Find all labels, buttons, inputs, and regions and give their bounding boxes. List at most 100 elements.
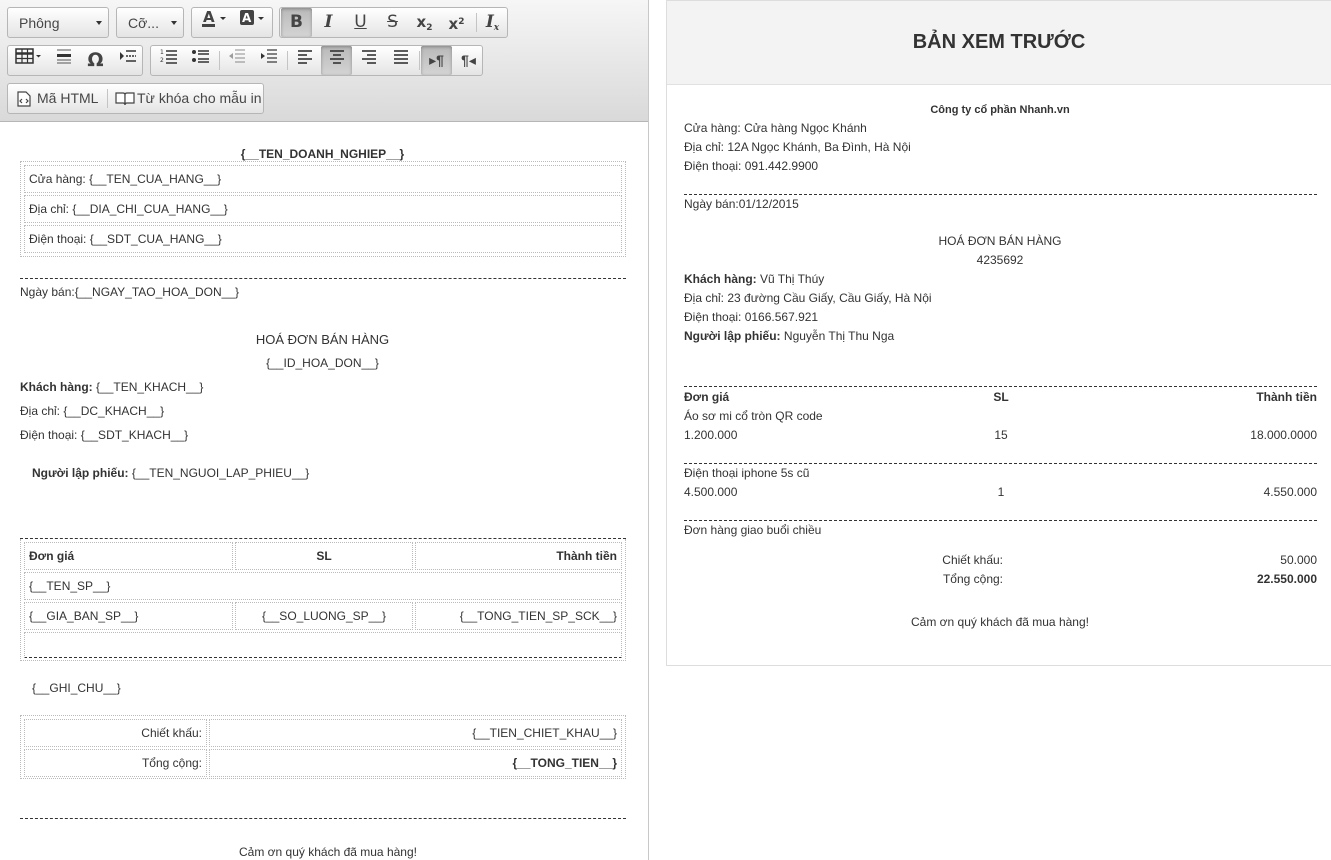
background-color-button[interactable]: A <box>234 8 270 37</box>
preview-customer-label: Khách hàng: <box>684 272 757 286</box>
preview-store-phone: Điện thoại: 091.442.9900 <box>684 159 819 173</box>
toolbar-separator <box>107 89 108 108</box>
divider <box>684 386 1317 387</box>
rtl-button[interactable]: ¶◂ <box>453 46 484 75</box>
discount-label: Chiết khấu: <box>24 719 207 747</box>
remove-format-icon: Ix <box>485 12 500 33</box>
svg-text:A: A <box>203 8 215 26</box>
bullet-list-button[interactable] <box>185 46 216 75</box>
product-name-cell: {__TEN_SP__} <box>24 572 622 600</box>
preview-customer-address: Địa chỉ: 23 đường Cầu Giấy, Cầu Giấy, Hà… <box>684 291 932 305</box>
horizontal-line-button[interactable] <box>48 46 79 75</box>
company-placeholder: {__TEN_DOANH_NGHIEP__} <box>240 147 405 161</box>
sale-date-placeholder: Ngày bán:{__NGAY_TAO_HOA_DON__} <box>20 285 239 299</box>
align-left-icon <box>297 50 312 64</box>
align-left-button[interactable] <box>289 46 320 75</box>
page-break-button[interactable] <box>112 46 143 75</box>
preview-item-price: 4.500.000 <box>684 485 738 499</box>
preview-creator: Người lập phiếu: Nguyễn Thị Thu Nga <box>684 329 894 343</box>
insert-group: Ω <box>7 45 143 76</box>
chevron-down-icon <box>171 21 177 25</box>
paragraph-group: 1 2 ▸¶ ¶◂ <box>150 45 483 76</box>
preview-price-header: Đơn giá <box>684 390 730 404</box>
preview-note: Đơn hàng giao buổi chiều <box>684 523 822 537</box>
subscript-button[interactable]: x2 <box>409 8 440 37</box>
special-char-button[interactable]: Ω <box>80 46 111 75</box>
svg-text:A: A <box>242 11 252 25</box>
preview-customer: Khách hàng: Vũ Thị Thúy <box>684 272 824 286</box>
preview-panel: BẢN XEM TRƯỚC Công ty cổ phần Nhanh.vn C… <box>666 0 1331 666</box>
editor-document[interactable]: {__TEN_DOANH_NGHIEP__} Cửa hàng: {__TEN_… <box>0 123 648 860</box>
toolbar-separator <box>219 51 220 70</box>
summary-table: Chiết khấu: {__TIEN_CHIET_KHAU__} Tổng c… <box>20 715 626 779</box>
preview-customer-name: Vũ Thị Thúy <box>756 272 825 286</box>
preview-discount-label: Chiết khấu: <box>942 553 1003 567</box>
html-source-button[interactable]: Mã HTML <box>9 84 105 113</box>
divider <box>20 818 626 819</box>
customer-label: Khách hàng: <box>20 380 93 394</box>
color-group: A A <box>191 7 273 38</box>
omega-icon: Ω <box>87 49 104 71</box>
italic-button[interactable]: I <box>313 8 344 37</box>
note-placeholder: {__GHI_CHU__} <box>32 681 121 695</box>
underline-button[interactable]: U <box>345 8 376 37</box>
remove-format-button[interactable]: Ix <box>477 8 508 37</box>
italic-icon: I <box>324 12 333 32</box>
text-color-button[interactable]: A <box>196 8 232 37</box>
preview-total-label: Tổng cộng: <box>942 572 1003 586</box>
customer-address-placeholder: Địa chỉ: {__DC_KHACH__} <box>20 404 165 418</box>
store-address-cell: Địa chỉ: {__DIA_CHI_CUA_HANG__} <box>24 195 622 223</box>
page-break-icon <box>119 50 136 62</box>
html-source-label: Mã HTML <box>37 90 99 106</box>
product-total-cell: {__TONG_TIEN_SP_SCK__} <box>415 602 622 630</box>
bullet-list-icon <box>191 50 209 63</box>
table-button[interactable] <box>10 46 46 75</box>
qty-header: SL <box>235 542 413 570</box>
superscript-icon: x2 <box>448 15 465 33</box>
justify-button[interactable] <box>385 46 416 75</box>
creator-placeholder: {__TEN_NGUOI_LAP_PHIEU__} <box>128 466 310 480</box>
align-center-icon <box>329 50 344 64</box>
invoice-title: HOÁ ĐƠN BÁN HÀNG <box>255 332 390 347</box>
price-header: Đơn giá <box>24 542 233 570</box>
horizontal-line-icon <box>56 49 71 64</box>
outdent-icon <box>228 49 245 63</box>
preview-customer-phone: Điện thoại: 0166.567.921 <box>684 310 819 324</box>
svg-text:1: 1 <box>160 49 164 56</box>
book-icon <box>115 92 135 106</box>
preview-company: Công ty cổ phần Nhanh.vn <box>930 104 1070 116</box>
preview-item-name: Áo sơ mi cổ tròn QR code <box>684 409 823 423</box>
numbered-list-button[interactable]: 1 2 <box>153 46 184 75</box>
preview-store-address: Địa chỉ: 12A Ngọc Khánh, Ba Đình, Hà Nội <box>684 140 911 154</box>
font-family-select[interactable]: Phông <box>7 7 109 38</box>
preview-item-qty: 15 <box>994 428 1008 442</box>
editor-toolbar: Phông Cỡ... A A B I U S x2 x2 Ix Ω 1 2 ▸… <box>0 0 648 122</box>
divider <box>684 520 1317 521</box>
keywords-button[interactable]: Từ khóa cho mẫu in <box>109 84 263 113</box>
text-format-group: B I U S x2 x2 Ix <box>279 7 508 38</box>
rtl-direction-icon: ¶◂ <box>461 52 476 68</box>
discount-placeholder: {__TIEN_CHIET_KHAU__} <box>209 719 622 747</box>
preview-invoice-title: HOÁ ĐƠN BÁN HÀNG <box>938 234 1062 248</box>
font-size-select-label: Cỡ... <box>128 15 159 31</box>
indent-button[interactable] <box>253 46 284 75</box>
product-table: Đơn giá SL Thành tiền {__TEN_SP__} {__GI… <box>20 539 626 661</box>
outdent-button[interactable] <box>221 46 252 75</box>
strikethrough-button[interactable]: S <box>377 8 408 37</box>
product-qty-cell: {__SO_LUONG_SP__} <box>235 602 413 630</box>
align-right-button[interactable] <box>353 46 384 75</box>
bold-button[interactable]: B <box>281 8 312 37</box>
preview-header: BẢN XEM TRƯỚC <box>667 1 1331 85</box>
ltr-button[interactable]: ▸¶ <box>421 46 452 75</box>
superscript-button[interactable]: x2 <box>441 8 472 37</box>
preview-discount-value: 50.000 <box>1280 553 1317 567</box>
justify-icon <box>393 50 408 64</box>
preview-sale-date: Ngày bán:01/12/2015 <box>684 197 799 211</box>
divider <box>684 463 1317 464</box>
font-size-select[interactable]: Cỡ... <box>116 7 184 38</box>
strikethrough-icon: S <box>387 12 398 32</box>
chevron-down-icon <box>96 21 102 25</box>
align-center-button[interactable] <box>321 46 352 75</box>
divider <box>20 278 626 279</box>
preview-thanks: Cảm ơn quý khách đã mua hàng! <box>911 615 1089 629</box>
